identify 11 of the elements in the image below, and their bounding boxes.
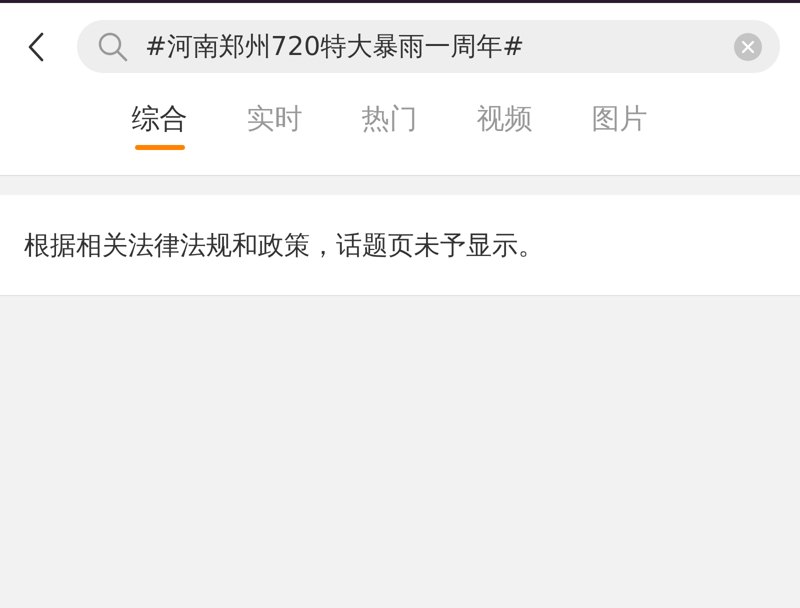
notice-text: 根据相关法律法规和政策，话题页未予显示。 xyxy=(24,230,544,262)
tab[interactable]: 视频 xyxy=(467,100,542,146)
tab[interactable]: 实时 xyxy=(237,100,312,146)
tab[interactable]: 图片 xyxy=(582,100,657,146)
back-icon[interactable] xyxy=(27,32,45,62)
tab[interactable]: 热门 xyxy=(352,100,427,146)
search-icon xyxy=(97,30,129,62)
close-icon xyxy=(742,40,754,52)
tab[interactable]: 综合 xyxy=(122,100,197,146)
tab-underline xyxy=(135,145,185,150)
search-field[interactable]: #河南郑州720特大暴雨一周年# xyxy=(77,20,780,73)
